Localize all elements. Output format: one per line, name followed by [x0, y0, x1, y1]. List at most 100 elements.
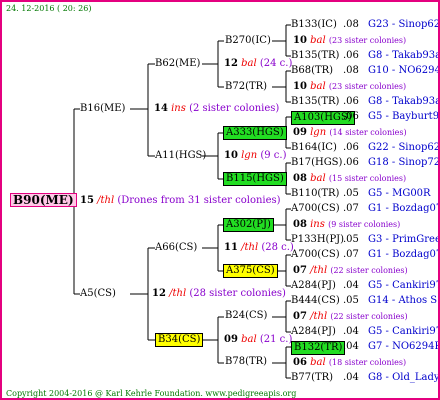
g4-queen-value: .06: [343, 157, 359, 168]
g1-gen-0: 14: [154, 103, 168, 114]
g4-drone-drone-origin: G8 - Takab93aR: [368, 50, 438, 61]
g4-drone-queen[interactable]: A284(PJ): [291, 326, 336, 338]
g4-drone-origin: G7 - NO6294R: [368, 341, 440, 352]
g4-mark: bal: [310, 81, 326, 92]
g2-mark-0: bal: [241, 58, 257, 69]
g4-queen-value: .07: [343, 203, 359, 214]
g4-drone-info: 08 ins (9 sister colonies): [293, 219, 400, 231]
g4-drone-value: .06: [343, 50, 359, 61]
g4-drone-queen[interactable]: B164(IC): [291, 142, 337, 154]
g4-drone-drone-origin: G5 - MG00R: [368, 188, 431, 199]
g3-queen-4[interactable]: A302(PJ): [223, 218, 274, 232]
g2-queen-3[interactable]: B34(CS): [155, 333, 204, 347]
g4-drone-drone-origin: G22 - Sinop62R: [368, 142, 440, 153]
g4-gen: 10: [293, 81, 307, 92]
root-queen[interactable]: B90(ME): [10, 193, 77, 207]
g3-queen-2[interactable]: A333(HGS): [223, 126, 287, 140]
g2-drone-info-1: 10 lgn (9 c.): [224, 150, 286, 162]
g2-queen-1[interactable]: A11(HGS): [155, 150, 206, 162]
g4-queen[interactable]: B444(CS): [291, 295, 340, 307]
g4-queen[interactable]: B68(TR): [291, 65, 333, 77]
g4-drone-value: .05: [343, 234, 359, 245]
g1-note-1: (28 sister colonies): [189, 288, 286, 299]
g4-drone-drone-origin: G5 - Cankiri97Q: [368, 326, 438, 337]
g4-drone-value: .06: [343, 142, 359, 153]
g4-drone-drone-origin: G5 - Cankiri97Q: [368, 280, 438, 291]
g4-drone-origin: G1 - Bozdag07R: [368, 249, 438, 260]
g4-drone-queen[interactable]: B135(TR): [291, 50, 339, 62]
g4-note: (22 sister colonies): [330, 266, 408, 275]
g2-drone-info-0: 12 bal (24 c.): [224, 58, 292, 70]
g4-note: (14 sister colonies): [329, 128, 407, 137]
g2-queen-2[interactable]: A66(CS): [155, 242, 197, 254]
g4-queen[interactable]: B132(TR): [291, 341, 346, 355]
g4-gen: 10: [293, 35, 307, 46]
g4-mark: /thl: [310, 311, 328, 322]
g1-mark-1: /thl: [169, 288, 187, 299]
g2-note-1: (9 c.): [260, 150, 287, 161]
g4-mark: bal: [310, 173, 326, 184]
g4-drone-origin: G10 - NO6294R: [368, 65, 438, 76]
g4-gen: 07: [293, 265, 307, 276]
g4-drone-queen[interactable]: B135(TR): [291, 96, 339, 108]
g4-queen[interactable]: B17(HGS): [291, 157, 342, 169]
g3-queen-0[interactable]: B270(IC): [225, 35, 271, 47]
g4-drone-drone-origin: G8 - Takab93aR: [368, 96, 438, 107]
g4-drone-info: 07 /thl (22 sister colonies): [293, 311, 408, 323]
g4-drone-value: .04: [343, 280, 359, 291]
g2-mark-3: bal: [241, 334, 257, 345]
g4-note: (15 sister colonies): [328, 174, 407, 183]
g4-queen-value: .05: [343, 295, 359, 306]
g4-mark: lgn: [310, 127, 327, 138]
g4-mark: bal: [310, 35, 326, 46]
g4-queen[interactable]: A700(CS): [291, 203, 340, 215]
g2-mark-2: /thl: [241, 242, 259, 253]
g4-drone-queen[interactable]: B77(TR): [291, 372, 333, 384]
footer-copyright[interactable]: Copyright 2004-2016 @ Karl Kehrle Founda…: [6, 388, 296, 398]
g4-drone-queen[interactable]: B110(TR): [291, 188, 339, 200]
g4-drone-origin: G5 - Bayburt98-3: [368, 111, 440, 122]
g3-queen-7[interactable]: B78(TR): [225, 356, 267, 368]
g2-gen-3: 09: [224, 334, 238, 345]
g4-drone-origin: G18 - Sinop72R: [368, 157, 440, 168]
g4-queen-value: .04: [343, 341, 359, 352]
g4-queen[interactable]: B133(IC): [291, 19, 337, 31]
g4-queen[interactable]: A700(CS): [291, 249, 340, 261]
g2-note-0: (24 c.): [259, 58, 293, 69]
g4-drone-info: 08 bal (15 sister colonies): [293, 173, 406, 185]
g4-drone-info: 09 lgn (14 sister colonies): [293, 127, 407, 139]
header-date: 24. 12-2016 ( 20: 26): [6, 4, 92, 13]
g4-gen: 07: [293, 311, 307, 322]
g4-drone-info: 06 bal (18 sister colonies): [293, 357, 406, 369]
root-mark: /thl: [97, 195, 115, 206]
g2-mark-1: lgn: [241, 150, 258, 161]
g1-mark-0: ins: [171, 103, 186, 114]
root-gen: 15: [80, 195, 94, 206]
g4-mark: /thl: [310, 265, 328, 276]
g3-queen-1[interactable]: B72(TR): [225, 81, 267, 93]
g4-drone-value: .04: [343, 326, 359, 337]
g4-note: (18 sister colonies): [328, 358, 407, 367]
g4-drone-queen[interactable]: A284(PJ): [291, 280, 336, 292]
g2-queen-0[interactable]: B62(ME): [155, 58, 200, 70]
g1-queen-1[interactable]: A5(CS): [80, 288, 116, 300]
g4-drone-info: 10 bal (23 sister colonies): [293, 81, 406, 93]
g2-gen-2: 11: [224, 242, 238, 253]
g2-note-2: (28 c.): [261, 242, 294, 253]
g4-note: (23 sister colonies): [328, 82, 407, 91]
g4-mark: ins: [310, 219, 325, 230]
g3-queen-5[interactable]: A375(CS): [223, 264, 278, 278]
g1-queen-0[interactable]: B16(ME): [80, 103, 125, 115]
g4-note: (22 sister colonies): [330, 312, 408, 321]
g3-queen-6[interactable]: B24(CS): [225, 310, 267, 322]
g4-mark: bal: [310, 357, 326, 368]
root-drone-info: 15 /thl (Drones from 31 sister colonies): [80, 195, 281, 207]
g4-gen: 06: [293, 357, 307, 368]
g4-queen-value: .07: [343, 249, 359, 260]
root-note: (Drones from 31 sister colonies): [117, 195, 281, 206]
g4-drone-drone-origin: G8 - Old_Lady: [368, 372, 440, 383]
g4-drone-queen[interactable]: P133H(PJ): [291, 234, 344, 246]
g4-drone-origin: G23 - Sinop62R: [368, 19, 440, 30]
g4-drone-origin: G14 - Athos S180R: [368, 295, 438, 306]
g3-queen-3[interactable]: B115(HGS): [223, 172, 287, 186]
